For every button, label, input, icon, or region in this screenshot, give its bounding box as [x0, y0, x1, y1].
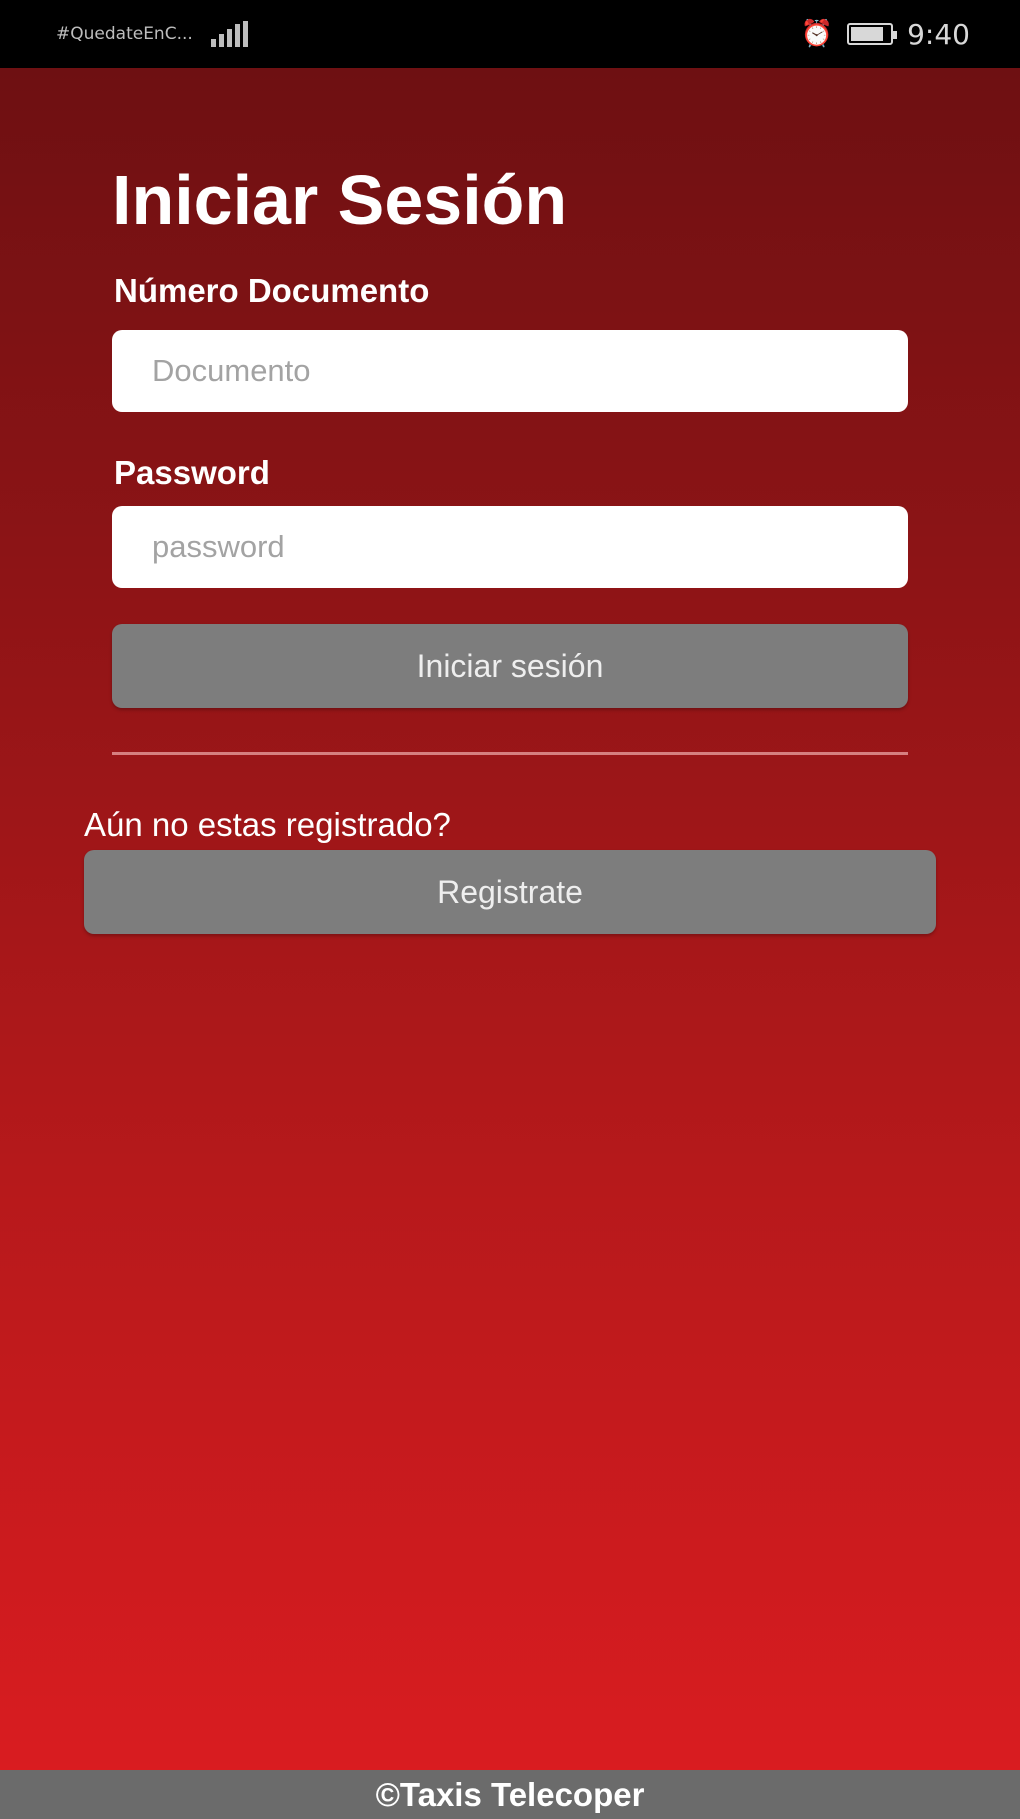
register-prompt: Aún no estas registrado? — [84, 806, 451, 843]
login-screen: Iniciar Sesión Número Documento Password… — [0, 68, 1020, 1770]
login-button[interactable]: Iniciar sesión — [112, 624, 908, 708]
footer-text: ©Taxis Telecoper — [375, 1775, 645, 1813]
status-right: ⏰ 9:40 — [801, 18, 970, 51]
status-time: 9:40 — [907, 17, 970, 51]
register-button[interactable]: Registrate — [84, 850, 936, 934]
password-label: Password — [114, 454, 270, 491]
battery-icon — [847, 23, 898, 45]
alarm-icon: ⏰ — [800, 19, 834, 49]
page-title: Iniciar Sesión — [112, 161, 568, 239]
status-left: #QuedateEnC... — [56, 21, 248, 47]
carrier-text: #QuedateEnC... — [56, 24, 193, 44]
battery-fill — [851, 27, 884, 41]
password-input[interactable] — [112, 506, 908, 588]
divider — [112, 752, 908, 755]
document-label: Número Documento — [114, 272, 430, 309]
footer: ©Taxis Telecoper — [0, 1770, 1020, 1819]
status-bar: #QuedateEnC... ⏰ 9:40 — [0, 0, 1020, 68]
document-input[interactable] — [112, 330, 908, 412]
signal-icon — [210, 21, 248, 47]
